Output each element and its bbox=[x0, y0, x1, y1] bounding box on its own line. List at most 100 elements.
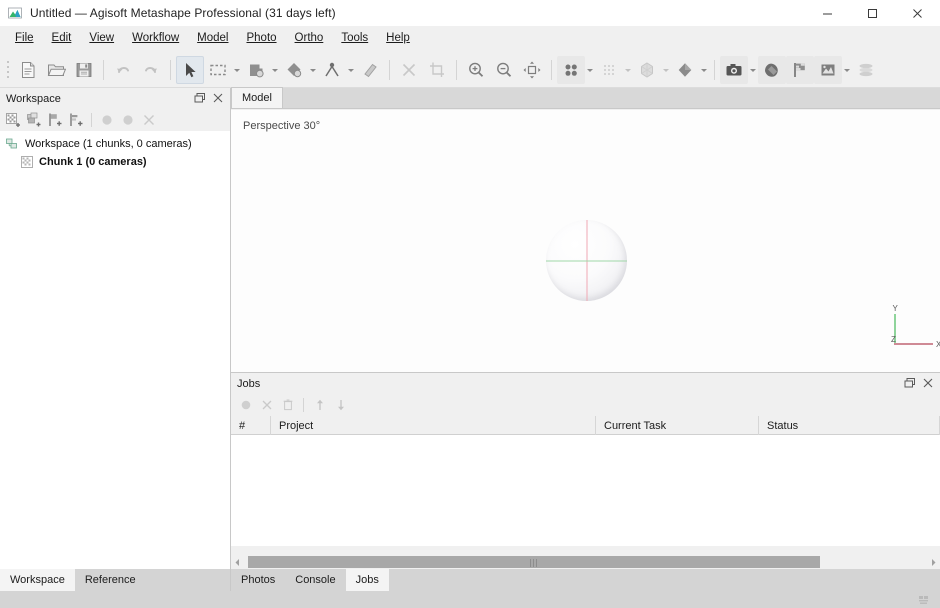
toolbar-grip[interactable] bbox=[3, 57, 12, 83]
menu-item-model[interactable]: Model bbox=[188, 29, 237, 49]
remove-item-icon[interactable] bbox=[139, 110, 159, 130]
tree-item-chunk-1[interactable]: Chunk 1 (0 cameras) bbox=[0, 153, 230, 171]
menu-label-help: Help bbox=[386, 32, 410, 45]
close-panel-icon[interactable] bbox=[210, 90, 226, 106]
scroll-left-arrow-icon[interactable] bbox=[231, 555, 244, 569]
enable-item-icon[interactable] bbox=[97, 110, 117, 130]
menu-item-workflow[interactable]: Workflow bbox=[123, 29, 188, 49]
menu-item-view[interactable]: View bbox=[80, 29, 123, 49]
jobs-horizontal-scrollbar[interactable] bbox=[231, 555, 940, 569]
add-chunk-icon[interactable] bbox=[3, 110, 23, 130]
close-icon[interactable] bbox=[895, 0, 940, 26]
menu-label-file: File bbox=[15, 32, 34, 45]
menu-item-help[interactable]: Help bbox=[377, 29, 419, 49]
scroll-right-arrow-icon[interactable] bbox=[927, 555, 940, 569]
show-texture-icon[interactable] bbox=[758, 55, 786, 84]
tree-item-label: Workspace (1 chunks, 0 cameras) bbox=[25, 138, 192, 150]
move-job-up-icon[interactable] bbox=[310, 396, 329, 415]
free-form-selection-icon[interactable] bbox=[242, 56, 270, 84]
tab-jobs[interactable]: Jobs bbox=[345, 569, 389, 591]
redo-icon[interactable] bbox=[137, 56, 165, 84]
fill-selection-icon[interactable] bbox=[280, 56, 308, 84]
new-project-icon[interactable] bbox=[14, 56, 42, 84]
column-header-current-task[interactable]: Current Task bbox=[596, 416, 759, 435]
point-cloud-dropdown-chevron-down-icon[interactable] bbox=[585, 56, 595, 84]
dense-cloud-icon[interactable] bbox=[595, 56, 623, 84]
undo-icon[interactable] bbox=[109, 56, 137, 84]
mesh-model-icon[interactable] bbox=[633, 56, 661, 84]
tab-photos[interactable]: Photos bbox=[231, 569, 286, 591]
tab-reference[interactable]: Reference bbox=[74, 569, 146, 591]
bottom-dock-tabbar: Photos Console Jobs bbox=[231, 569, 940, 591]
add-marker-icon[interactable] bbox=[45, 110, 65, 130]
column-header-project[interactable]: Project bbox=[271, 416, 596, 435]
add-scalebar-icon[interactable] bbox=[66, 110, 86, 130]
jobs-table-body[interactable] bbox=[231, 435, 940, 546]
eraser-icon[interactable] bbox=[356, 56, 384, 84]
jobs-table[interactable]: # Project Current Task Status bbox=[231, 416, 940, 546]
model-viewport[interactable]: Perspective 30° Y X Z bbox=[231, 110, 940, 372]
menu-item-tools[interactable]: Tools bbox=[332, 29, 377, 49]
show-cameras-icon[interactable] bbox=[720, 55, 748, 84]
rectangle-selection-dropdown-chevron-down-icon[interactable] bbox=[232, 56, 242, 84]
measure-dropdown-chevron-down-icon[interactable] bbox=[346, 56, 356, 84]
tree-item-label: Chunk 1 (0 cameras) bbox=[39, 156, 147, 168]
toolbar-separator bbox=[170, 59, 171, 80]
column-header-index[interactable]: # bbox=[231, 416, 271, 435]
float-panel-icon[interactable] bbox=[902, 375, 918, 391]
sphere-region[interactable] bbox=[546, 220, 627, 301]
measure-icon[interactable] bbox=[318, 56, 346, 84]
tiled-model-dropdown-chevron-down-icon[interactable] bbox=[699, 56, 709, 84]
zoom-out-icon[interactable] bbox=[490, 56, 518, 84]
rectangle-selection-icon[interactable] bbox=[204, 56, 232, 84]
run-job-icon[interactable] bbox=[236, 396, 255, 415]
move-job-down-icon[interactable] bbox=[331, 396, 350, 415]
jobs-toolbar-separator bbox=[303, 398, 304, 412]
free-form-selection-dropdown-chevron-down-icon[interactable] bbox=[270, 56, 280, 84]
tab-model[interactable]: Model bbox=[231, 87, 283, 108]
open-project-icon[interactable] bbox=[42, 56, 70, 84]
resize-grip-icon[interactable] bbox=[914, 593, 936, 607]
crop-selection-icon[interactable] bbox=[423, 56, 451, 84]
navigation-pointer-icon[interactable] bbox=[176, 55, 204, 84]
stop-job-icon[interactable] bbox=[257, 396, 276, 415]
zoom-in-icon[interactable] bbox=[462, 56, 490, 84]
delete-selection-icon[interactable] bbox=[395, 56, 423, 84]
menu-item-edit[interactable]: Edit bbox=[43, 29, 81, 49]
projection-label: Perspective 30° bbox=[243, 120, 321, 132]
svg-text:Y: Y bbox=[893, 304, 899, 313]
float-panel-icon[interactable] bbox=[192, 90, 208, 106]
reset-view-icon[interactable] bbox=[518, 56, 546, 84]
workspace-tree[interactable]: Workspace (1 chunks, 0 cameras) Chunk 1 bbox=[0, 131, 230, 569]
axis-gizmo: Y X Z bbox=[891, 300, 940, 350]
mesh-model-dropdown-chevron-down-icon[interactable] bbox=[661, 56, 671, 84]
show-markers-icon[interactable] bbox=[786, 55, 814, 84]
workspace-root-icon bbox=[6, 137, 20, 151]
tab-console[interactable]: Console bbox=[285, 569, 346, 591]
show-cameras-dropdown-chevron-down-icon[interactable] bbox=[748, 56, 758, 84]
show-region-dropdown-chevron-down-icon[interactable] bbox=[842, 56, 852, 84]
save-project-icon[interactable] bbox=[70, 56, 98, 84]
disable-item-icon[interactable] bbox=[118, 110, 138, 130]
show-layers-icon[interactable] bbox=[852, 56, 880, 84]
toolbar-separator bbox=[551, 59, 552, 80]
scrollbar-track[interactable] bbox=[244, 555, 927, 569]
delete-job-icon[interactable] bbox=[278, 396, 297, 415]
tab-workspace[interactable]: Workspace bbox=[0, 569, 75, 591]
dense-cloud-dropdown-chevron-down-icon[interactable] bbox=[623, 56, 633, 84]
column-header-status[interactable]: Status bbox=[759, 416, 940, 435]
close-panel-icon[interactable] bbox=[920, 375, 936, 391]
tiled-model-icon[interactable] bbox=[671, 56, 699, 84]
minimize-icon[interactable] bbox=[805, 0, 850, 26]
add-photos-icon[interactable] bbox=[24, 110, 44, 130]
menu-item-file[interactable]: File bbox=[6, 29, 43, 49]
point-cloud-icon[interactable] bbox=[557, 55, 585, 84]
menu-item-ortho[interactable]: Ortho bbox=[286, 29, 333, 49]
show-region-icon[interactable] bbox=[814, 55, 842, 84]
tree-item-workspace-root[interactable]: Workspace (1 chunks, 0 cameras) bbox=[0, 135, 230, 153]
workspace-toolbar-separator bbox=[91, 113, 92, 127]
menu-item-photo[interactable]: Photo bbox=[237, 29, 285, 49]
fill-selection-dropdown-chevron-down-icon[interactable] bbox=[308, 56, 318, 84]
scrollbar-thumb[interactable] bbox=[248, 556, 820, 568]
maximize-icon[interactable] bbox=[850, 0, 895, 26]
